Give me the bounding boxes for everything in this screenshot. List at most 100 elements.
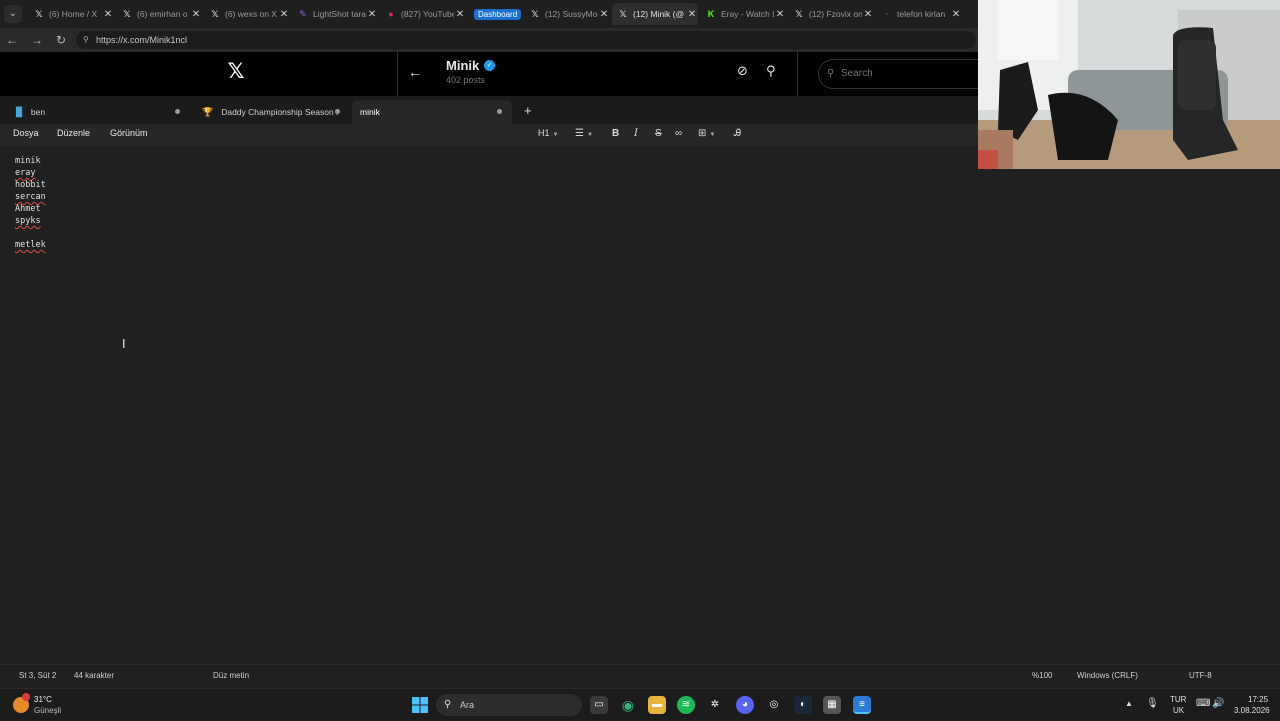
webcam-image [978,0,1280,169]
back-icon[interactable]: ← [4,32,20,48]
windows-start-icon[interactable] [411,696,429,714]
close-icon[interactable]: ✕ [102,9,114,20]
file-explorer-icon[interactable]: ▬ [648,696,666,714]
bold-icon[interactable]: B [612,128,619,139]
browser-tab[interactable]: 𝕏 (12) SussyMo ✕ [524,3,610,25]
new-tab-plus-icon[interactable]: + [524,103,532,118]
calculator-icon[interactable]: ▦ [823,696,841,714]
site-info-icon[interactable]: ⚲ [83,31,89,49]
close-icon[interactable]: ✕ [950,9,962,20]
taskbar-search-box[interactable]: ⚲ Ara [436,694,582,716]
menu-edit[interactable]: Düzenle [57,128,90,138]
x-icon: 𝕏 [795,9,803,19]
list-dropdown[interactable]: ☰ ▼ [575,128,593,139]
browser-tab-label: telefon kirlan [897,9,946,19]
unsaved-dot-icon[interactable] [335,109,340,114]
show-hidden-icons-chevron-up-icon[interactable]: ▲ [1125,699,1133,708]
chevron-down-icon: ▼ [586,132,593,138]
back-arrow-icon[interactable]: ← [408,64,422,80]
close-icon[interactable]: ✕ [278,9,290,20]
link-icon[interactable]: ∞ [675,128,682,139]
language-indicator-line1[interactable]: TUR [1170,695,1186,704]
browser-tab[interactable]: ● (827) YouTube ✕ [380,3,466,25]
dashboard-tab-group-label: Dashboard [474,8,522,20]
browser-tab[interactable]: 𝕏 (6) emirhan o ✕ [116,3,202,25]
profile-name: Minik [446,58,480,73]
microphone-icon[interactable]: 🎙 [1146,698,1159,709]
line-endings: Windows (CRLF) [1077,671,1138,680]
browser-tab-label: (12) SussyMo [545,9,598,19]
browser-tab-active[interactable]: 𝕏 (12) Minik (@ ✕ [612,3,698,25]
browser-tab[interactable]: 𝕏 (12) Fzovix on ✕ [788,3,874,25]
weather-description[interactable]: Güneşli [34,706,61,715]
clear-formatting-icon[interactable]: Ꭿ [734,128,741,139]
close-icon[interactable]: ✕ [454,9,466,20]
editor-line: minik [15,156,41,166]
x-icon: 𝕏 [123,9,131,19]
reload-icon[interactable]: ↻ [53,32,69,48]
browser-tab[interactable]: 𝕏 (6) Home / X ✕ [28,3,114,25]
app-icon[interactable]: ✲ [706,696,724,714]
notepad-taskbar-icon[interactable]: ≡ [853,696,871,714]
x-icon: 𝕏 [619,9,627,19]
unsaved-dot-icon[interactable] [175,109,180,114]
forward-icon[interactable]: → [29,32,45,48]
unsaved-dot-icon[interactable] [497,109,502,114]
text-format[interactable]: Düz metin [213,671,249,680]
address-bar[interactable]: ⚲ https://x.com/Minik1ncl [76,31,976,49]
webcam-overlay [978,0,1280,169]
editor-line: sercan [15,192,46,202]
browser-tab[interactable]: Dashboard [468,3,522,25]
browser-tab-label: (6) Home / X [49,9,98,19]
x-logo-icon[interactable]: 𝕏 [226,61,246,83]
lightshot-icon: ✎ [299,9,307,19]
taskbar-search-label: Ara [460,700,475,710]
steam-icon[interactable]: ◐ [794,696,812,714]
browser-tab[interactable]: ✎ LightShot taram ✕ [292,3,378,25]
tab-search-button[interactable]: ⌄ [4,5,22,23]
x-search-input[interactable]: ⚲ Search [818,59,980,89]
close-icon[interactable]: ✕ [686,9,698,20]
chrome-icon[interactable]: ◎ [765,696,783,714]
weather-temperature[interactable]: 31°C [34,695,52,704]
notepad-tab[interactable]: ▉ ben [8,100,190,124]
language-indicator-line2[interactable]: UK [1173,706,1184,715]
italic-icon[interactable]: I [634,128,638,139]
table-dropdown[interactable]: ⊞ ▼ [698,128,715,139]
menu-view[interactable]: Görünüm [110,128,148,138]
browser-tab[interactable]: K Eray - Watch L ✕ [700,3,786,25]
notepad-tab-strip: ▉ ben 🏆 Daddy Championship Season I mini… [0,96,980,124]
browser-toolbar: ← → ↻ ⚲ https://x.com/Minik1ncl [0,28,980,52]
close-icon[interactable]: ✕ [774,9,786,20]
task-view-icon[interactable]: ▭ [590,696,608,714]
encoding: UTF-8 [1189,671,1212,680]
close-icon[interactable]: ✕ [862,9,874,20]
volume-icon[interactable]: 🔊 [1212,698,1224,709]
discord-icon[interactable]: ◕ [736,696,754,714]
text-cursor-icon: I [122,337,126,351]
cursor-position: St 3, Süt 2 [19,671,57,680]
spotify-icon[interactable]: ≋ [677,696,695,714]
clock-time[interactable]: 17:25 [1248,695,1268,704]
strikethrough-icon[interactable]: S [655,128,662,139]
browser-tab-label: (12) Minik (@ [633,9,685,19]
edge-icon[interactable]: ◉ [619,696,637,714]
heading-dropdown[interactable]: H1 ▼ [538,128,558,138]
notepad-app-icon: ▉ [16,106,23,117]
close-icon[interactable]: ✕ [366,9,378,20]
network-icon[interactable]: ⌨ [1196,698,1210,709]
notepad-tab[interactable]: 🏆 Daddy Championship Season I [194,100,350,124]
editor-line: spyks [15,216,41,226]
notepad-tab-active[interactable]: minik [352,100,512,124]
browser-tab[interactable]: 𝕏 (6) wexs on X ✕ [204,3,290,25]
close-icon[interactable]: ✕ [598,9,610,20]
grok-icon[interactable]: ⊘ [737,63,748,79]
close-icon[interactable]: ✕ [190,9,202,20]
menu-file[interactable]: Dosya [13,128,39,138]
clock-date[interactable]: 3.08.2026 [1234,706,1270,715]
browser-tab[interactable]: · telefon kirlan ✕ [876,3,962,25]
x-icon: 𝕏 [531,9,539,19]
posts-count: 402 posts [446,75,486,85]
search-icon[interactable]: ⚲ [766,63,776,79]
text-editor-area[interactable]: minik eray hobbit sercan Ahmet spyks met… [0,146,1280,664]
